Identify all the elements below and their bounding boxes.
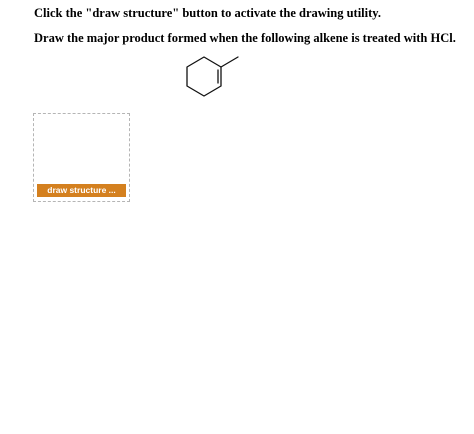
question-text: Draw the major product formed when the f… [34, 31, 456, 45]
drawing-area: draw structure ... [33, 113, 130, 202]
methylcyclohexene-structure-icon [186, 56, 239, 97]
instruction-text: Click the "draw structure" button to act… [34, 6, 381, 20]
draw-structure-button[interactable]: draw structure ... [37, 184, 126, 197]
